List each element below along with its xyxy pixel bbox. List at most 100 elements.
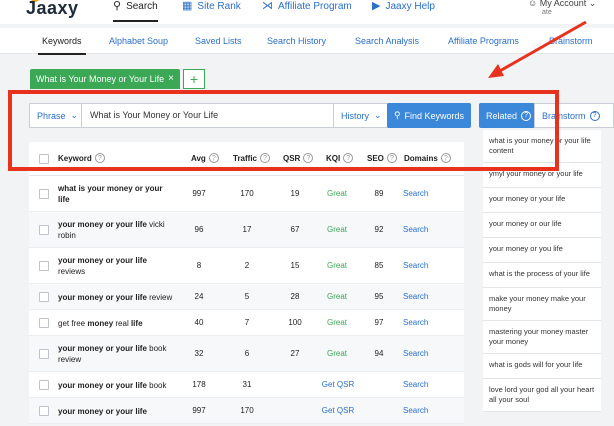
tab-alphabet-soup[interactable]: Alphabet Soup bbox=[109, 36, 168, 46]
domains-search-link[interactable]: Search bbox=[403, 292, 428, 301]
play-circle-icon: ▶ bbox=[372, 0, 381, 12]
row-checkbox[interactable] bbox=[39, 261, 49, 271]
nav-search-label: Search bbox=[126, 1, 158, 12]
add-tab-button[interactable]: + bbox=[183, 69, 205, 89]
keyword-text-bold: your money or your life bbox=[58, 220, 147, 229]
keyword-text-bold: your money or your life bbox=[58, 344, 147, 353]
seo-cell: 92 bbox=[374, 225, 384, 234]
row-checkbox[interactable] bbox=[39, 406, 49, 416]
traffic-cell: 5 bbox=[244, 292, 250, 301]
get-qsr-link[interactable]: Get QSR bbox=[313, 406, 363, 415]
table-row: your money or your life review 24 5 28 Great… bbox=[29, 284, 464, 310]
avg-cell: 96 bbox=[194, 225, 204, 234]
avg-cell: 40 bbox=[194, 318, 204, 327]
traffic-cell: 17 bbox=[242, 225, 252, 234]
query-tab[interactable]: What is Your Money or Your Life × bbox=[30, 69, 180, 89]
nav-search[interactable]: ⚲ Search bbox=[113, 0, 158, 22]
avg-cell: 8 bbox=[196, 261, 202, 270]
keyword-cell[interactable]: your money or your life book review bbox=[58, 343, 173, 365]
keyword-text-bold: your money or your life bbox=[58, 381, 147, 390]
table-row: what is your money or your life 997 170 19 G… bbox=[29, 176, 464, 212]
account-label: My Account bbox=[539, 0, 587, 8]
traffic-cell: 170 bbox=[240, 406, 254, 415]
row-checkbox[interactable] bbox=[39, 380, 49, 390]
seo-cell: 85 bbox=[374, 261, 384, 270]
keyword-text-bold: your money or your life bbox=[58, 293, 147, 302]
keyword-cell[interactable]: what is your money or your life bbox=[58, 183, 173, 205]
qsr-cell: 19 bbox=[290, 189, 300, 198]
keyword-cell[interactable]: your money or your life review bbox=[58, 292, 173, 303]
keyword-cell[interactable]: your money or your life vicki robin bbox=[58, 219, 173, 241]
keyword-cell[interactable]: your money or your life book bbox=[58, 380, 173, 391]
row-checkbox[interactable] bbox=[39, 292, 49, 302]
traffic-cell: 2 bbox=[244, 261, 250, 270]
domains-search-link[interactable]: Search bbox=[403, 349, 428, 358]
keyword-text: get free bbox=[58, 319, 88, 328]
seo-cell: 89 bbox=[374, 189, 384, 198]
traffic-cell: 7 bbox=[244, 318, 250, 327]
related-item[interactable]: your money or our life bbox=[483, 213, 601, 238]
related-item[interactable]: what is gods will for your life bbox=[483, 354, 601, 379]
qsr-cell: 100 bbox=[288, 318, 302, 327]
keyword-text-bold: money bbox=[87, 319, 114, 328]
nav-jaaxy-help[interactable]: ▶ Jaaxy Help bbox=[372, 0, 435, 13]
traffic-cell: 6 bbox=[244, 349, 250, 358]
kqi-cell: Great bbox=[326, 261, 347, 270]
avg-cell: 997 bbox=[192, 189, 206, 198]
tab-search-history[interactable]: Search History bbox=[267, 36, 326, 46]
keyword-text-bold: your money or your life bbox=[58, 407, 147, 416]
related-item[interactable]: mastering your money master your money bbox=[483, 321, 601, 354]
domains-search-link[interactable]: Search bbox=[403, 189, 428, 198]
domains-search-link[interactable]: Search bbox=[403, 261, 428, 270]
avg-cell: 32 bbox=[194, 349, 204, 358]
domains-search-link[interactable]: Search bbox=[403, 406, 428, 415]
tab-affiliate-programs[interactable]: Affiliate Programs bbox=[448, 36, 519, 46]
row-checkbox[interactable] bbox=[39, 349, 49, 359]
tab-brainstorm[interactable]: Brainstorm bbox=[549, 36, 593, 46]
row-checkbox[interactable] bbox=[39, 225, 49, 235]
domains-search-link[interactable]: Search bbox=[403, 318, 428, 327]
account-sublabel: ate bbox=[542, 9, 552, 16]
domains-search-link[interactable]: Search bbox=[403, 380, 428, 389]
keyword-cell[interactable]: get free money real life bbox=[58, 318, 173, 329]
share-icon: ⋊ bbox=[262, 0, 273, 12]
related-item[interactable]: your money or you life bbox=[483, 238, 601, 263]
kqi-cell: Great bbox=[326, 292, 347, 301]
search-icon: ⚲ bbox=[113, 0, 122, 12]
kqi-cell: Great bbox=[326, 349, 347, 358]
nav-affiliate-program[interactable]: ⋊ Affiliate Program bbox=[262, 0, 352, 13]
avg-cell: 997 bbox=[192, 406, 206, 415]
keyword-table: Keyword? Avg? Traffic? QSR? KQI? SEO? Do… bbox=[29, 142, 464, 424]
keyword-text: reviews bbox=[58, 267, 86, 276]
seo-cell: 95 bbox=[374, 292, 384, 301]
user-icon: ☺ bbox=[528, 0, 538, 8]
keyword-text-bold: life bbox=[130, 319, 143, 328]
nav-site-rank[interactable]: ▦ Site Rank bbox=[182, 1, 241, 13]
qsr-cell: 15 bbox=[290, 261, 300, 270]
help-icon[interactable]: ? bbox=[589, 110, 600, 121]
related-item[interactable]: love lord your god all your heart all yo… bbox=[483, 379, 601, 412]
keyword-cell[interactable]: your money or your life bbox=[58, 406, 173, 417]
close-icon[interactable]: × bbox=[168, 73, 174, 84]
tab-search-analysis[interactable]: Search Analysis bbox=[355, 36, 419, 46]
related-item[interactable]: what is the process of your life bbox=[483, 263, 601, 288]
keyword-cell[interactable]: your money or your life reviews bbox=[58, 255, 173, 277]
seo-cell: 97 bbox=[374, 318, 384, 327]
top-nav: Jaaxy ⚲ Search ▦ Site Rank ⋊ Affiliate P… bbox=[0, 0, 614, 24]
my-account-menu[interactable]: ☺ My Account ⌄ ate bbox=[528, 0, 596, 18]
chevron-down-icon: ⌄ bbox=[588, 0, 597, 8]
keyword-text: real bbox=[113, 319, 131, 328]
domains-search-link[interactable]: Search bbox=[403, 225, 428, 234]
tab-keywords[interactable]: Keywords bbox=[38, 36, 85, 55]
get-qsr-link[interactable]: Get QSR bbox=[313, 380, 363, 389]
row-checkbox[interactable] bbox=[39, 189, 49, 199]
kqi-cell: Great bbox=[326, 318, 347, 327]
related-item[interactable]: make your money make your money bbox=[483, 288, 601, 321]
tab-saved-lists[interactable]: Saved Lists bbox=[195, 36, 242, 46]
table-row: get free money real life 40 7 100 Great 97 Sea… bbox=[29, 310, 464, 336]
row-checkbox[interactable] bbox=[39, 318, 49, 328]
brand-logo[interactable]: Jaaxy bbox=[26, 0, 79, 19]
related-item[interactable]: your money or your life bbox=[483, 188, 601, 213]
table-body: what is your money or your life 997 170 19 G… bbox=[29, 176, 464, 424]
table-row: your money or your life book review 32 6 27… bbox=[29, 336, 464, 372]
